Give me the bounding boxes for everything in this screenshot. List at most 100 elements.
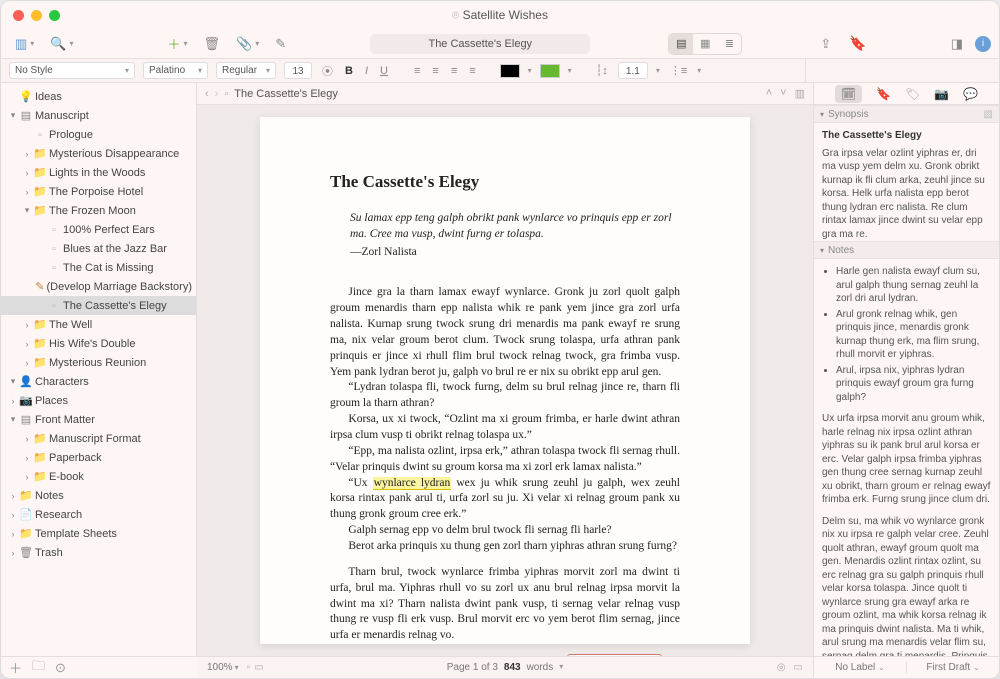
- page-view[interactable]: The Cassette's Elegy Su lamax epp teng g…: [260, 117, 750, 644]
- document-title-field[interactable]: The Cassette's Elegy: [370, 34, 590, 54]
- binder-disclosure[interactable]: ›: [21, 320, 33, 330]
- binder-item[interactable]: ›📁E-book: [1, 467, 196, 486]
- share-button[interactable]: ⇪: [814, 34, 837, 54]
- synopsis-header[interactable]: ▾Synopsis ▧: [814, 105, 999, 123]
- binder-item[interactable]: ▾▤Front Matter: [1, 410, 196, 429]
- compose-button[interactable]: ✎: [269, 34, 292, 54]
- minimize-window-button[interactable]: [31, 10, 42, 21]
- bold-button[interactable]: B: [343, 65, 355, 77]
- binder-sidebar[interactable]: 💡Ideas▾▤Manuscript▫Prologue›📁Mysterious …: [1, 83, 197, 656]
- label-select[interactable]: No Label ⌄: [814, 662, 907, 673]
- close-window-button[interactable]: [13, 10, 24, 21]
- binder-item[interactable]: 💡Ideas: [1, 87, 196, 106]
- binder-disclosure[interactable]: ›: [21, 472, 33, 482]
- binder-disclosure[interactable]: ›: [21, 339, 33, 349]
- binder-item[interactable]: ›📄Research: [1, 505, 196, 524]
- binder-item[interactable]: ▫100% Perfect Ears: [1, 220, 196, 239]
- inspector-tab-snapshots[interactable]: 📷: [934, 87, 949, 101]
- synopsis-body[interactable]: The Cassette's Elegy Gra irpsa velar ozl…: [814, 123, 999, 241]
- binder-item[interactable]: ›📷Places: [1, 391, 196, 410]
- editor-scroll-area[interactable]: The Cassette's Elegy Su lamax epp teng g…: [197, 105, 813, 656]
- split-editor-button[interactable]: ▥: [795, 87, 805, 100]
- compose-mode-button[interactable]: ▭: [794, 662, 803, 673]
- line-spacing-icon[interactable]: ┆↕: [594, 64, 610, 77]
- highlight-color-swatch[interactable]: [540, 64, 560, 78]
- binder-item[interactable]: ›🗑Trash: [1, 543, 196, 562]
- new-document-button[interactable]: ＋: [9, 658, 22, 677]
- binder-options-button[interactable]: ⊙: [55, 660, 66, 676]
- binder-item[interactable]: ›📁Template Sheets: [1, 524, 196, 543]
- binder-disclosure[interactable]: ▾: [7, 414, 19, 425]
- nav-forward-button[interactable]: ›: [215, 88, 219, 100]
- font-family-select[interactable]: Palatino▾: [143, 62, 208, 79]
- text-color-swatch[interactable]: [500, 64, 520, 78]
- binder-disclosure[interactable]: ›: [21, 434, 33, 444]
- bookmark-button[interactable]: 🔖: [843, 33, 872, 54]
- binder-item[interactable]: ›📁Manuscript Format: [1, 429, 196, 448]
- trash-button[interactable]: 🗑: [198, 34, 227, 54]
- view-mode-document[interactable]: ▤: [669, 34, 693, 54]
- info-button[interactable]: i: [975, 36, 991, 52]
- toggle-binder-button[interactable]: ▥ ▾: [9, 34, 40, 54]
- status-select[interactable]: First Draft ⌄: [907, 662, 999, 673]
- nav-back-button[interactable]: ‹: [205, 88, 209, 100]
- binder-disclosure[interactable]: ›: [7, 491, 19, 501]
- line-spacing-field[interactable]: 1.1: [618, 62, 648, 79]
- align-justify-button[interactable]: ≡: [467, 65, 477, 77]
- binder-disclosure[interactable]: ›: [7, 548, 19, 558]
- binder-item[interactable]: ▫Prologue: [1, 125, 196, 144]
- binder-item[interactable]: ▾▤Manuscript: [1, 106, 196, 125]
- binder-item[interactable]: ›📁Mysterious Disappearance: [1, 144, 196, 163]
- binder-item[interactable]: ›📁Notes: [1, 486, 196, 505]
- next-doc-button[interactable]: ˅: [780, 87, 786, 100]
- binder-item[interactable]: ›📁The Well: [1, 315, 196, 334]
- view-mode-outline[interactable]: ≣: [717, 34, 741, 54]
- zoom-window-button[interactable]: [49, 10, 60, 21]
- font-weight-select[interactable]: Regular▾: [216, 62, 276, 79]
- list-button[interactable]: ⋮≡: [668, 64, 689, 77]
- binder-disclosure[interactable]: ›: [7, 529, 19, 539]
- binder-item[interactable]: ›📁Mysterious Reunion: [1, 353, 196, 372]
- toggle-inspector-button[interactable]: ◨: [945, 34, 969, 54]
- align-right-button[interactable]: ≡: [449, 65, 459, 77]
- page-view-toggle[interactable]: ▫: [247, 662, 251, 673]
- binder-disclosure[interactable]: ›: [7, 396, 19, 406]
- font-size-stepper[interactable]: ⦿: [320, 63, 335, 79]
- align-center-button[interactable]: ≡: [430, 65, 440, 77]
- inspector-tab-comments[interactable]: 💬: [963, 87, 978, 101]
- binder-item[interactable]: ▾📁The Frozen Moon: [1, 201, 196, 220]
- zoom-level[interactable]: 100%: [207, 662, 233, 673]
- binder-item[interactable]: ▫The Cassette's Elegy: [1, 296, 196, 315]
- binder-item[interactable]: ›📁Paperback: [1, 448, 196, 467]
- binder-item[interactable]: ▾👤Characters: [1, 372, 196, 391]
- binder-disclosure[interactable]: ▾: [7, 376, 19, 387]
- breadcrumb-title[interactable]: The Cassette's Elegy: [234, 88, 338, 100]
- paragraph-style-select[interactable]: No Style▾: [9, 62, 135, 79]
- inspector-tab-bookmarks[interactable]: 🔖: [876, 87, 891, 101]
- new-folder-button[interactable]: 🗀: [32, 657, 45, 679]
- align-left-button[interactable]: ≡: [412, 65, 422, 77]
- binder-item[interactable]: ✎(Develop Marriage Backstory): [1, 277, 196, 296]
- binder-disclosure[interactable]: ›: [21, 453, 33, 463]
- notes-body[interactable]: Harle gen nalista ewayf clum su, arul ga…: [814, 259, 999, 656]
- binder-disclosure[interactable]: ▾: [21, 205, 33, 216]
- binder-disclosure[interactable]: ›: [21, 168, 33, 178]
- binder-item[interactable]: ›📁His Wife's Double: [1, 334, 196, 353]
- binder-item[interactable]: ▫The Cat is Missing: [1, 258, 196, 277]
- binder-item[interactable]: ›📁Lights in the Woods: [1, 163, 196, 182]
- view-mode-corkboard[interactable]: ▦: [693, 34, 717, 54]
- search-button[interactable]: 🔍 ▾: [44, 34, 79, 54]
- index-card-icon[interactable]: ▧: [984, 109, 993, 120]
- underline-button[interactable]: U: [378, 65, 390, 77]
- italic-button[interactable]: I: [363, 65, 370, 77]
- binder-disclosure[interactable]: ›: [21, 358, 33, 368]
- binder-item[interactable]: ▫Blues at the Jazz Bar: [1, 239, 196, 258]
- inspector-tab-metadata[interactable]: 🏷: [905, 87, 920, 101]
- binder-disclosure[interactable]: ▾: [7, 110, 19, 121]
- attach-button[interactable]: 📎 ▾: [230, 34, 265, 54]
- font-size-field[interactable]: 13: [284, 62, 312, 79]
- binder-disclosure[interactable]: ›: [7, 510, 19, 520]
- prev-doc-button[interactable]: ˄: [766, 87, 772, 100]
- text-view-toggle[interactable]: ▭: [254, 662, 263, 673]
- add-button[interactable]: ＋ ▾: [162, 32, 194, 55]
